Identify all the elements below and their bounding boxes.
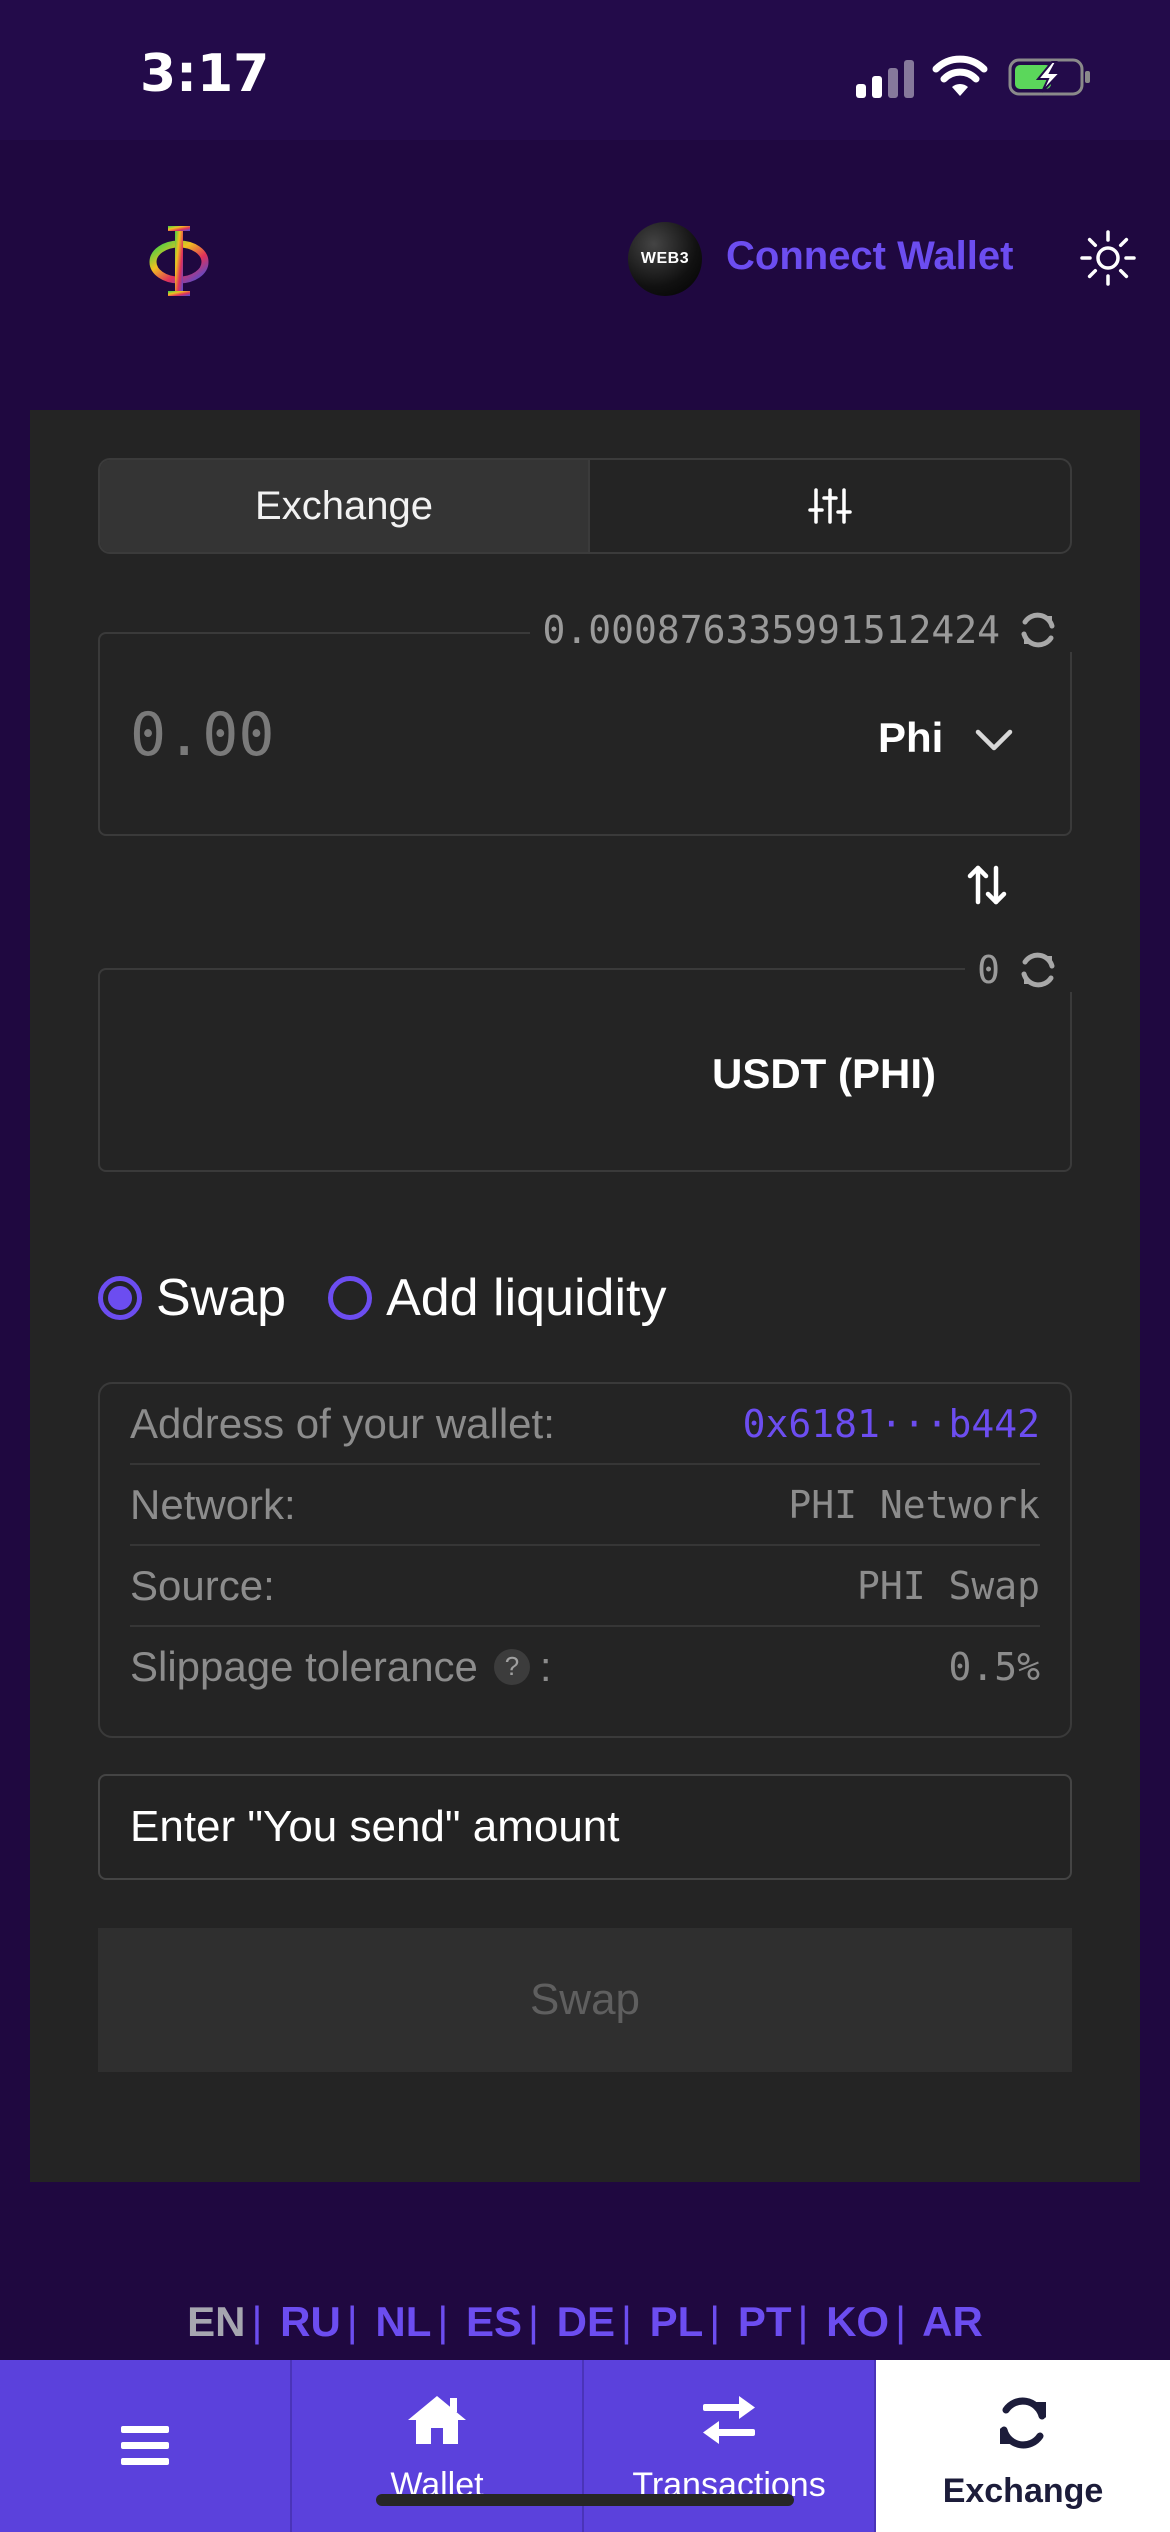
nav-menu[interactable]	[0, 2360, 292, 2532]
lang-pt[interactable]: PT	[738, 2298, 792, 2345]
receive-balance: 0	[965, 948, 1072, 992]
wallet-address-value[interactable]: 0x6181···b442	[743, 1402, 1040, 1446]
lang-es[interactable]: ES	[466, 2298, 522, 2345]
info-row-address: Address of your wallet: 0x6181···b442	[130, 1384, 1040, 1465]
transfer-icon	[703, 2396, 755, 2444]
source-value: PHI Swap	[856, 1563, 1040, 1608]
lang-ru[interactable]: RU	[280, 2298, 341, 2345]
sliders-icon	[808, 488, 852, 524]
home-icon	[408, 2396, 466, 2444]
nav-exchange-label: Exchange	[942, 2472, 1104, 2510]
tab-settings[interactable]	[590, 460, 1070, 552]
lang-en[interactable]: EN	[187, 2298, 245, 2345]
tab-exchange[interactable]: Exchange	[100, 460, 590, 552]
send-balance: 0.000876335991512424	[530, 608, 1072, 652]
slippage-label-group: Slippage tolerance ? :	[130, 1643, 552, 1691]
info-label-suffix: :	[539, 1642, 552, 1690]
receive-balance-value: 0	[977, 948, 1000, 992]
web3-badge[interactable]: WEB3	[628, 222, 702, 296]
cellular-signal-icon	[856, 58, 916, 98]
network-value: PHI Network	[788, 1482, 1040, 1527]
mode-selector: Swap Add liquidity	[98, 1268, 666, 1328]
info-label: Address of your wallet:	[130, 1399, 555, 1447]
home-indicator	[376, 2494, 794, 2506]
phi-logo-icon[interactable]	[140, 222, 218, 300]
info-label: Slippage tolerance	[130, 1642, 478, 1690]
lang-pl[interactable]: PL	[650, 2298, 704, 2345]
slippage-value: 0.5%	[948, 1644, 1040, 1689]
exchange-icon	[1000, 2397, 1046, 2449]
info-row-source: Source: PHI Swap	[130, 1546, 1040, 1627]
info-row-network: Network: PHI Network	[130, 1465, 1040, 1546]
swap-radio-label[interactable]: Swap	[156, 1268, 286, 1328]
nav-wallet[interactable]: Wallet	[292, 2360, 584, 2532]
bottom-nav: Wallet Transactions Exchange	[0, 2360, 1170, 2532]
send-token-select[interactable]: Phi	[878, 714, 943, 762]
info-label: Network:	[130, 1480, 296, 1528]
wifi-icon	[932, 55, 988, 96]
info-row-slippage: Slippage tolerance ? : 0.5%	[130, 1627, 1040, 1706]
receive-token-select[interactable]: USDT (PHI)	[712, 1050, 936, 1098]
battery-charging-icon	[1008, 58, 1090, 96]
connect-wallet-link[interactable]: Connect Wallet	[726, 234, 1013, 279]
lang-ko[interactable]: KO	[826, 2298, 889, 2345]
help-icon[interactable]: ?	[493, 1648, 530, 1685]
tab-bar: Exchange	[98, 458, 1072, 554]
swap-button[interactable]: Swap	[98, 1928, 1072, 2072]
send-balance-value: 0.000876335991512424	[542, 608, 1000, 652]
refresh-icon[interactable]	[1016, 948, 1060, 992]
add-liquidity-radio-label[interactable]: Add liquidity	[386, 1268, 666, 1328]
nav-transactions[interactable]: Transactions	[584, 2360, 876, 2532]
swap-radio[interactable]	[98, 1276, 142, 1320]
menu-icon	[121, 2426, 169, 2465]
chevron-down-icon[interactable]	[972, 724, 1016, 758]
swap-info-box: Address of your wallet: 0x6181···b442 Ne…	[98, 1382, 1072, 1738]
web3-badge-label: WEB3	[640, 250, 690, 267]
swap-direction-icon[interactable]	[962, 860, 1012, 910]
language-selector: EN | RU | NL | ES | DE | PL | PT | KO | AR	[187, 2298, 983, 2345]
add-liquidity-radio[interactable]	[328, 1276, 373, 1320]
lang-ar[interactable]: AR	[922, 2298, 983, 2345]
refresh-icon[interactable]	[1016, 608, 1060, 652]
status-time: 3:17	[140, 44, 270, 104]
sun-icon[interactable]	[1080, 230, 1136, 286]
status-message: Enter "You send" amount	[98, 1774, 1072, 1880]
lang-nl[interactable]: NL	[375, 2298, 431, 2345]
info-label: Source:	[130, 1561, 275, 1609]
nav-exchange[interactable]: Exchange	[876, 2360, 1170, 2532]
lang-de[interactable]: DE	[557, 2298, 615, 2345]
send-amount-input[interactable]: 0.00	[130, 700, 275, 770]
